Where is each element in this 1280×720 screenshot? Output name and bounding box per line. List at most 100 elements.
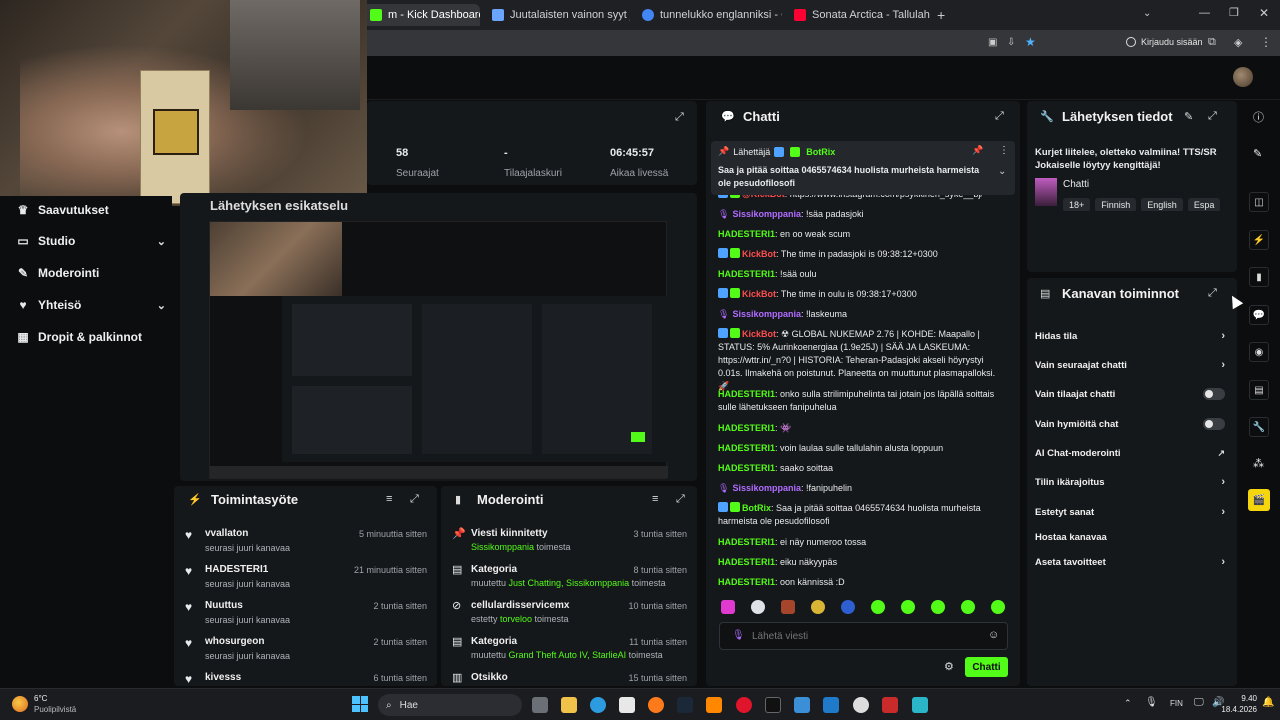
expand-icon[interactable]: ⤢ xyxy=(1208,287,1217,300)
app-icon[interactable] xyxy=(882,697,898,713)
chevron-up-icon[interactable]: ⌃ xyxy=(1124,698,1132,709)
sidebar-item-drops[interactable]: ▦ Dropit & palkinnot xyxy=(16,327,166,347)
edge-icon[interactable] xyxy=(590,697,606,713)
chat-username[interactable]: BotRix xyxy=(742,503,771,513)
ai-moderation-row[interactable]: AI Chat-moderointi ↗ xyxy=(1035,445,1225,461)
tab-list-chevron-icon[interactable]: ⌄ xyxy=(1143,8,1151,19)
layers-icon[interactable]: ▤ xyxy=(1249,380,1269,400)
tag-chip[interactable]: 18+ xyxy=(1063,198,1091,211)
blocked-words-row[interactable]: Estetyt sanat › xyxy=(1035,504,1225,520)
expand-icon[interactable]: ⤢ xyxy=(995,110,1004,123)
chat-username[interactable]: Sissikomppania xyxy=(732,483,801,493)
task-view-icon[interactable] xyxy=(532,697,548,713)
store-icon[interactable] xyxy=(619,697,635,713)
emoji-icon[interactable]: ☺ xyxy=(988,629,999,641)
sign-in-button[interactable]: Kirjaudu sisään xyxy=(1126,37,1203,47)
emote-icon[interactable] xyxy=(751,600,765,614)
chat-username[interactable]: KickBot xyxy=(742,289,776,299)
emote-icon[interactable] xyxy=(721,600,735,614)
clip-icon[interactable]: ◫ xyxy=(1249,192,1269,212)
firefox-icon[interactable] xyxy=(648,697,664,713)
chat-username[interactable]: KickBot xyxy=(742,249,776,259)
chat-username[interactable]: HADESTERI1 xyxy=(718,463,775,473)
info-icon[interactable]: ⓘ xyxy=(1253,109,1264,125)
slow-mode-row[interactable]: Hidas tila › xyxy=(1035,328,1225,344)
mod-actor[interactable]: torveloo xyxy=(500,614,532,624)
chat-username[interactable]: HADESTERI1 xyxy=(718,423,775,433)
steam-icon[interactable] xyxy=(677,697,693,713)
chat-username[interactable]: HADESTERI1 xyxy=(718,229,775,239)
weather-desc[interactable]: Puolipilvistä xyxy=(34,705,76,714)
wrench-icon[interactable]: 🔧 xyxy=(1249,417,1269,437)
category-thumbnail[interactable] xyxy=(1035,178,1057,206)
tab-kick-dashboard[interactable]: m - Kick Dashboard ✕ xyxy=(362,4,480,26)
extensions-icon[interactable]: ⧉ xyxy=(1208,36,1216,49)
app-icon[interactable] xyxy=(823,697,839,713)
expand-icon[interactable]: ⤢ xyxy=(675,111,684,124)
chat-username[interactable]: Sissikomppania xyxy=(732,309,801,319)
pinned-user[interactable]: BotRix xyxy=(806,147,835,157)
category-name[interactable]: Chatti xyxy=(1063,179,1089,190)
share-icon[interactable]: ⁂ xyxy=(1253,457,1264,470)
tab-youtube[interactable]: Sonata Arctica - Tallulah - YouT ✕ xyxy=(786,4,930,26)
shield-icon[interactable]: ◈ xyxy=(1234,36,1242,49)
chat-username[interactable]: HADESTERI1 xyxy=(718,443,775,453)
chat-username[interactable]: HADESTERI1 xyxy=(718,389,775,399)
document-icon[interactable]: ▮ xyxy=(1249,267,1269,287)
edit-pencil-icon[interactable]: ✎ xyxy=(1253,147,1262,160)
screenshot-icon[interactable]: ▣ xyxy=(988,37,997,48)
emote-icon[interactable] xyxy=(961,600,975,614)
vlc-icon[interactable] xyxy=(706,697,722,713)
emote-icon[interactable] xyxy=(781,600,795,614)
mod-actor[interactable]: Grand Theft Auto IV, StarlieAI xyxy=(509,650,627,660)
chat-input[interactable] xyxy=(752,627,972,645)
expand-icon[interactable]: ⤢ xyxy=(410,493,419,506)
emote-icon[interactable] xyxy=(901,600,915,614)
set-goals-row[interactable]: Aseta tavoitteet › xyxy=(1035,554,1225,570)
network-icon[interactable]: 🖵 xyxy=(1194,697,1204,708)
browser-menu-icon[interactable]: ⋮ xyxy=(1260,35,1272,49)
clock-date[interactable]: 18.4.2026 xyxy=(1213,705,1257,714)
minimize-icon[interactable]: — xyxy=(1199,7,1210,19)
expand-icon[interactable]: ⤢ xyxy=(676,493,685,506)
filter-icon[interactable]: ≡ xyxy=(652,493,658,505)
lightning-icon[interactable]: ⚡ xyxy=(1249,230,1269,250)
preview-video[interactable] xyxy=(209,221,668,479)
tag-chip[interactable]: Finnish xyxy=(1095,198,1137,211)
opera-icon[interactable] xyxy=(736,697,752,713)
clock-time[interactable]: 9.40 xyxy=(1221,694,1257,703)
pinned-message[interactable]: 📌 Lähettäjä BotRix Saa ja pitää soittaa … xyxy=(711,141,1015,195)
mod-actor[interactable]: Just Chatting, Sissikomppania xyxy=(509,578,630,588)
file-explorer-icon[interactable] xyxy=(561,697,577,713)
mic-icon[interactable]: 🎙 xyxy=(732,630,745,641)
language-indicator[interactable]: FIN xyxy=(1170,699,1183,708)
broadcast-icon[interactable]: ◉ xyxy=(1249,342,1269,362)
send-chat-button[interactable]: Chatti xyxy=(965,657,1008,677)
clapper-icon[interactable]: 🎬 xyxy=(1248,489,1270,511)
mod-actor[interactable]: Sissikomppania xyxy=(471,542,534,552)
windows-start-icon[interactable] xyxy=(352,696,368,712)
chat-username[interactable]: HADESTERI1 xyxy=(718,269,775,279)
expand-icon[interactable]: ⤢ xyxy=(1208,110,1217,123)
mic-icon[interactable]: 🎙 xyxy=(1145,697,1158,708)
notification-bell-icon[interactable]: 🔔 xyxy=(1262,697,1274,708)
chat-username[interactable]: HADESTERI1 xyxy=(718,537,775,547)
unpin-icon[interactable]: 📌 xyxy=(972,145,983,156)
sidebar-item-achievements[interactable]: ♛ Saavutukset xyxy=(16,200,166,220)
subscribers-only-toggle[interactable] xyxy=(1203,388,1225,400)
tab-google[interactable]: tunnelukko englanniksi - Googl ✕ xyxy=(634,4,782,26)
chevron-down-icon[interactable]: ⌄ xyxy=(998,166,1006,177)
tag-chip[interactable]: English xyxy=(1141,198,1183,211)
emote-only-toggle[interactable] xyxy=(1203,418,1225,430)
app-icon[interactable] xyxy=(794,697,810,713)
gear-icon[interactable]: ⚙ xyxy=(944,660,954,673)
terminal-icon[interactable] xyxy=(765,697,781,713)
chat-username[interactable]: HADESTERI1 xyxy=(718,577,775,587)
emote-icon[interactable] xyxy=(871,600,885,614)
tab-juutalaisten[interactable]: Juutalaisten vainon syyt ja aikaj ✕ xyxy=(484,4,630,26)
sidebar-item-community[interactable]: ♥ Yhteisö ⌄ xyxy=(16,295,166,315)
close-window-icon[interactable]: ✕ xyxy=(1259,6,1269,20)
bookmark-star-icon[interactable]: ★ xyxy=(1025,35,1036,49)
chat-username[interactable]: KickBot xyxy=(742,329,776,339)
taskbar-search[interactable]: ⌕ Hae xyxy=(378,694,522,716)
